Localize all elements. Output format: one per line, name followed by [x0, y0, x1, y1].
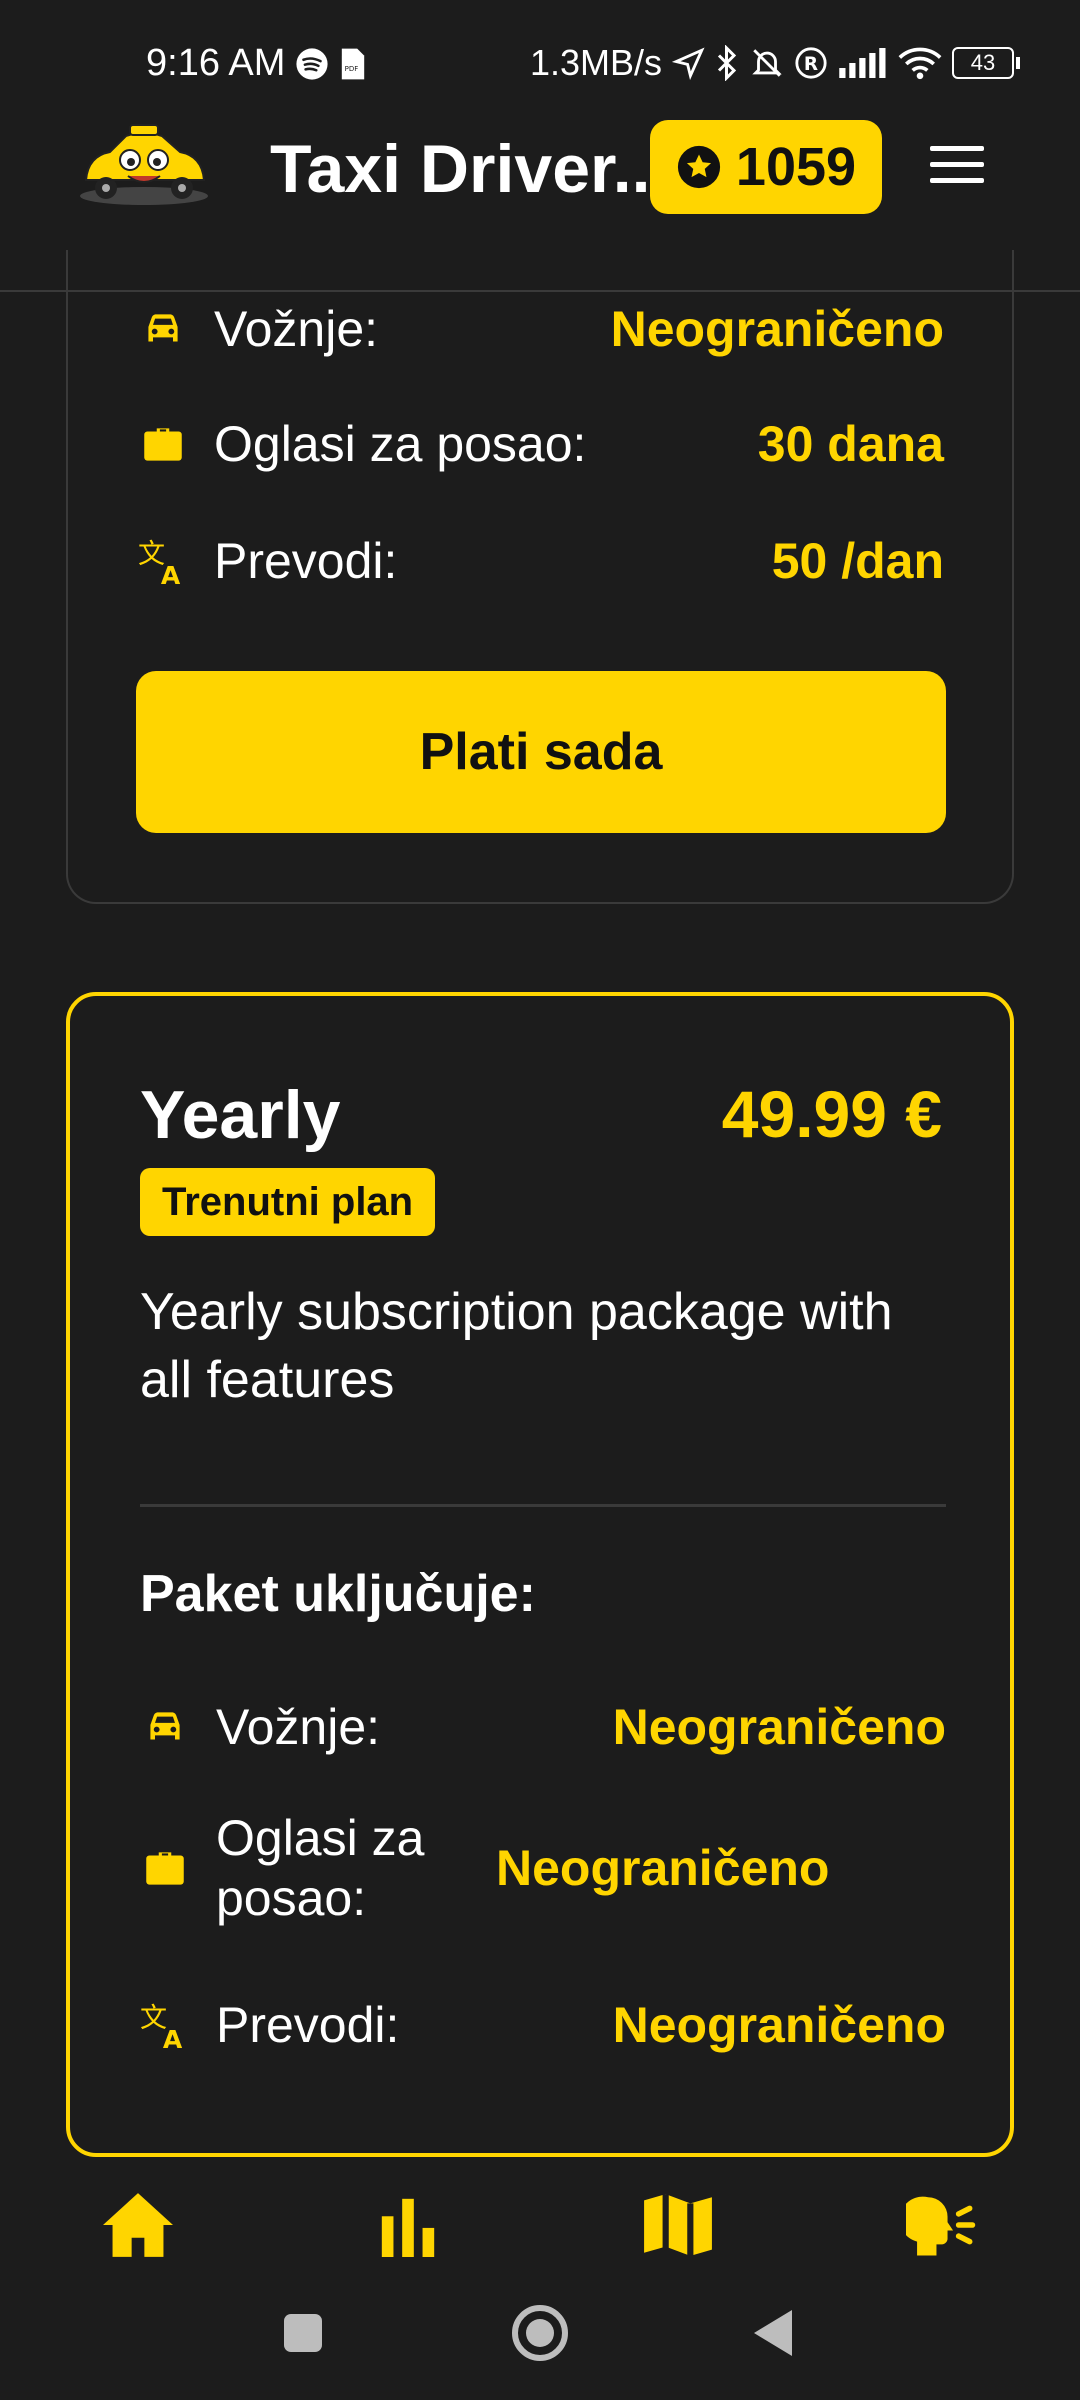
feature-value: Neograničeno	[612, 1699, 946, 1755]
feature-row: Oglasi za posao: 30 dana	[138, 415, 944, 473]
feature-label: Prevodi:	[216, 1997, 400, 2053]
feature-value: Neograničeno	[496, 1840, 830, 1896]
points-value: 1059	[735, 137, 857, 197]
mute-icon	[752, 49, 782, 77]
pdf-icon: PDF	[342, 48, 365, 79]
home-icon[interactable]	[88, 2180, 188, 2270]
translate-icon: 文A	[140, 2003, 183, 2050]
current-plan-badge: Trenutni plan	[140, 1168, 436, 1236]
feature-label: Oglasi za posao:	[214, 416, 587, 472]
feature-value: Neograničeno	[610, 301, 944, 357]
status-bar: 9:16 AM PDF 1.3MB/s R 43	[0, 0, 1080, 120]
bluetooth-icon	[717, 45, 737, 81]
plan-price: 49.99 €	[721, 1077, 942, 1151]
pay-now-button[interactable]: Plati sada	[136, 671, 946, 833]
feature-value: Neograničeno	[612, 1997, 946, 2053]
svg-text:A: A	[161, 561, 181, 586]
feature-label: Oglasi za posao:	[216, 1810, 425, 1926]
feature-label: Vožnje:	[216, 1699, 381, 1755]
hamburger-menu-icon[interactable]	[930, 146, 984, 186]
battery-level: 43	[952, 47, 1014, 79]
svg-text:PDF: PDF	[345, 65, 359, 73]
map-icon[interactable]	[628, 2180, 728, 2270]
plan-description: Yearly subscription package with all fea…	[140, 1283, 893, 1409]
car-icon	[150, 1712, 180, 1740]
stats-icon[interactable]	[358, 2180, 458, 2270]
feature-row: Vožnje: Neograničeno	[140, 1698, 946, 1756]
battery-icon: 43	[952, 47, 1020, 79]
system-navigation-bar	[0, 2290, 1080, 2400]
star-icon	[677, 145, 721, 189]
feature-value: 50 /dan	[771, 533, 944, 589]
status-time: 9:16 AM	[146, 42, 286, 84]
svg-text:A: A	[163, 2025, 183, 2050]
feature-row: Oglasi za posao: Neograničeno	[140, 1808, 946, 1928]
translate-icon: 文A	[138, 539, 181, 586]
briefcase-icon	[146, 1852, 184, 1885]
back-button[interactable]	[752, 2308, 794, 2363]
car-icon	[148, 314, 178, 342]
location-icon	[672, 47, 705, 80]
bottom-navigation	[0, 2170, 1080, 2290]
app-title: Taxi Driver...	[270, 131, 670, 207]
wifi-icon	[898, 47, 942, 80]
feature-label: Prevodi:	[214, 533, 398, 589]
points-badge[interactable]: 1059	[650, 120, 882, 214]
home-button[interactable]	[511, 2304, 569, 2362]
feature-row: Vožnje: Neograničeno	[138, 300, 944, 358]
plan-card-previous: Vožnje: Neograničeno Oglasi za posao: 30…	[66, 250, 1014, 904]
includes-heading: Paket uključuje:	[140, 1565, 536, 1623]
recents-button[interactable]	[284, 2314, 322, 2352]
registered-icon: R	[795, 47, 827, 79]
briefcase-icon	[144, 428, 182, 461]
plan-card-yearly[interactable]: Yearly 49.99 € Trenutni plan Yearly subs…	[66, 992, 1014, 2157]
svg-text:R: R	[804, 54, 818, 75]
feature-row: 文A Prevodi: 50 /dan	[138, 532, 944, 590]
feature-label: Vožnje:	[214, 301, 379, 357]
plan-name: Yearly	[140, 1077, 341, 1153]
spotify-icon	[296, 47, 329, 80]
network-speed: 1.3MB/s	[529, 42, 662, 83]
feature-row: 文A Prevodi: Neograničeno	[140, 1996, 946, 2054]
signal-icon	[839, 48, 886, 78]
taxi-logo[interactable]	[76, 122, 212, 208]
divider	[140, 1504, 946, 1507]
voice-icon[interactable]	[892, 2180, 992, 2270]
feature-value: 30 dana	[757, 416, 944, 472]
